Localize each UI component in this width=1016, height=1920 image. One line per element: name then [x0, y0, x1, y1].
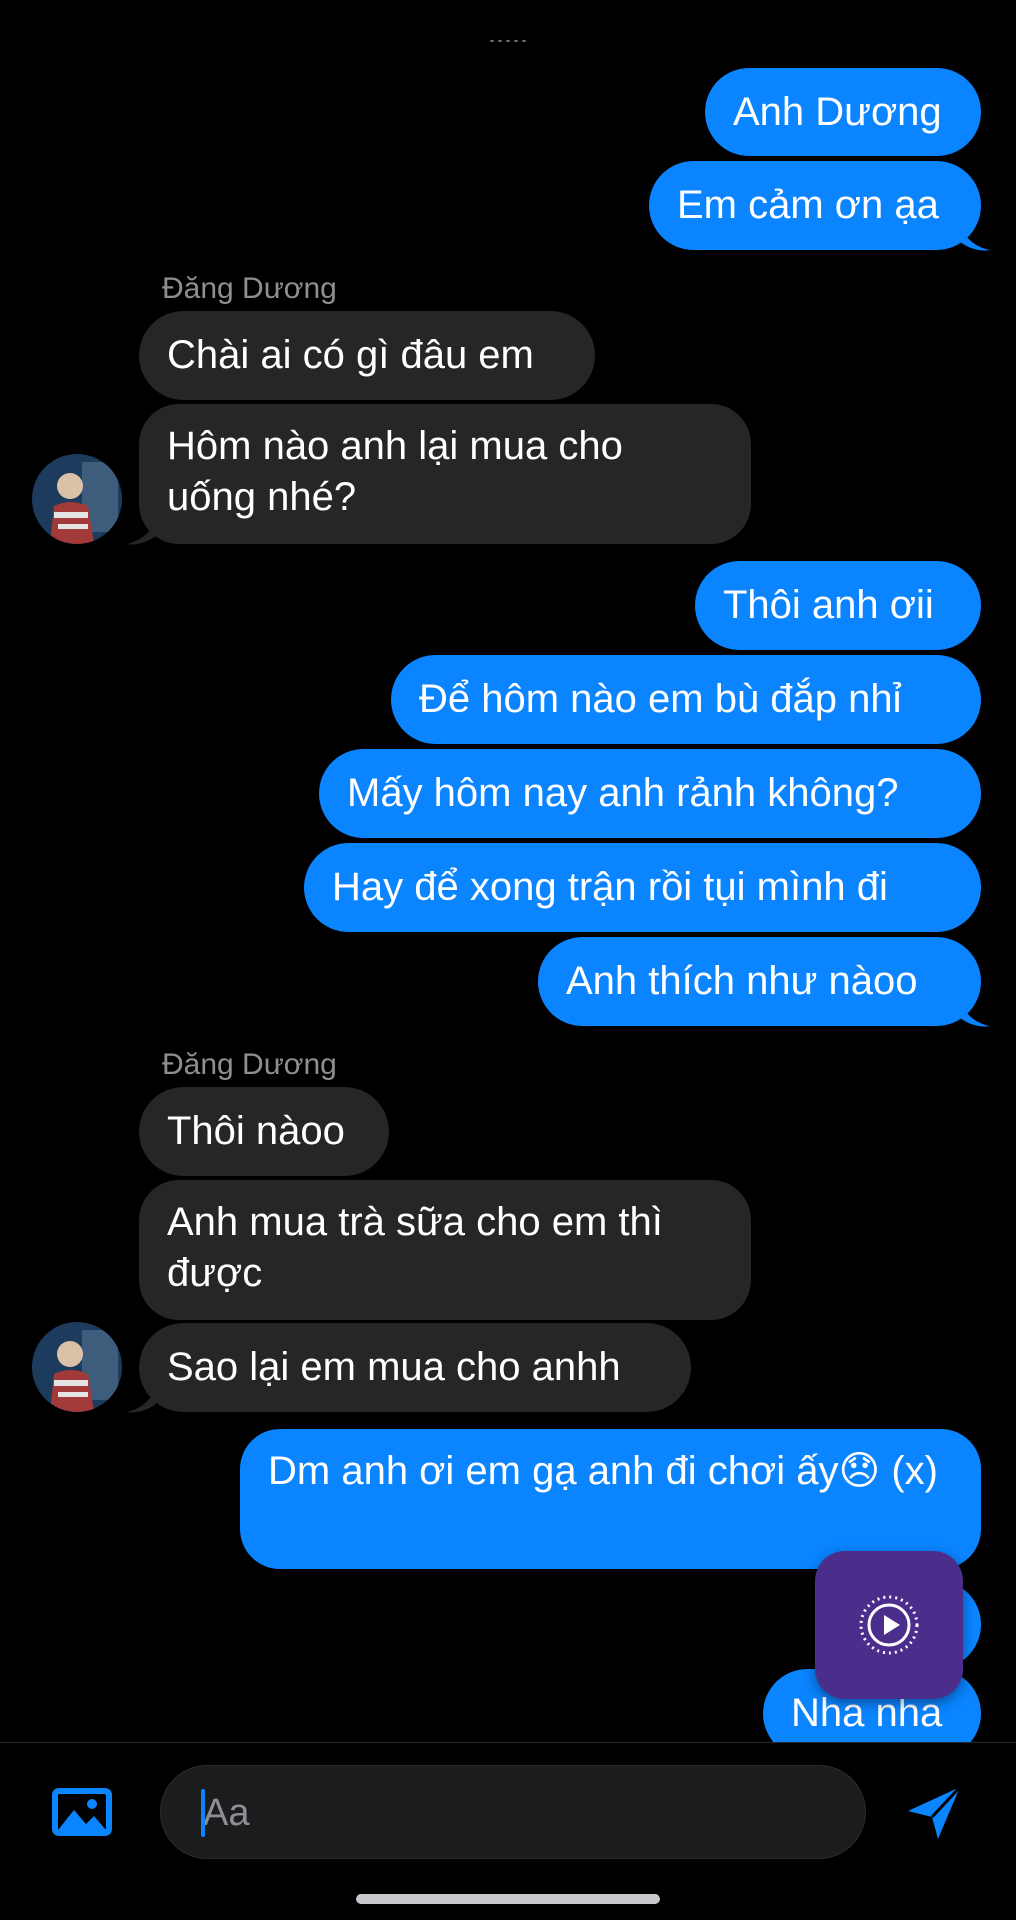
message-text: Sao lại em mua cho anhh [167, 1345, 621, 1389]
bubble-tail [960, 226, 990, 251]
message-input[interactable] [160, 1765, 866, 1860]
message-list[interactable]: Anh Dương Em cảm ơn ạa Đăng Dương Chài a… [0, 0, 1016, 1742]
message-text: Mấy hôm nay anh rảnh không? [347, 771, 899, 815]
send-icon[interactable] [904, 1783, 964, 1843]
play-circle-icon [859, 1595, 919, 1655]
message-text: Để hôm nào em bù đắp nhỉ [419, 677, 902, 721]
avatar[interactable] [32, 454, 122, 544]
message-text: Thôi anh ơii [723, 583, 934, 627]
message-bubble-incoming[interactable]: Thôi nàoo [139, 1087, 389, 1176]
message-text: Chài ai có gì đâu em [167, 333, 534, 377]
composer-bar [0, 1742, 1016, 1883]
message-bubble-outgoing[interactable]: Anh Dương [705, 68, 981, 156]
message-text: Anh thích như nàoo [566, 959, 918, 1003]
message-text: Thôi nàoo [167, 1109, 345, 1153]
message-bubble-outgoing[interactable]: Hay để xong trận rồi tụi mình đi [304, 843, 981, 932]
sender-name: Đăng Dương [162, 272, 337, 305]
message-bubble-outgoing[interactable]: Anh thích như nàoo [538, 937, 981, 1026]
message-bubble-outgoing[interactable]: Để hôm nào em bù đắp nhỉ [391, 655, 981, 744]
photo-icon[interactable] [50, 1786, 114, 1838]
message-text: Em cảm ơn ạa [677, 183, 939, 227]
message-text: Anh Dương [733, 89, 942, 134]
message-bubble-incoming[interactable]: Anh mua trà sữa cho em thì được [139, 1180, 751, 1320]
video-play-button[interactable] [815, 1551, 963, 1699]
avatar[interactable] [32, 1322, 122, 1412]
text-caret [201, 1789, 205, 1837]
message-bubble-incoming[interactable]: Hôm nào anh lại mua cho uống nhé? [139, 404, 751, 544]
bubble-tail [960, 1002, 990, 1027]
message-text: Dm anh ơi em gạ anh đi chơi ấy😞 (x) [268, 1449, 938, 1493]
message-bubble-incoming[interactable]: Sao lại em mua cho anhh [139, 1323, 691, 1412]
message-bubble-outgoing[interactable]: Em cảm ơn ạa [649, 161, 981, 250]
message-bubble-incoming[interactable]: Chài ai có gì đâu em [139, 311, 595, 400]
message-bubble-outgoing[interactable]: Dm anh ơi em gạ anh đi chơi ấy😞 (x) [240, 1429, 981, 1569]
bubble-tail [126, 1388, 156, 1413]
message-bubble-outgoing[interactable]: Mấy hôm nay anh rảnh không? [319, 749, 981, 838]
message-text: Hôm nào anh lại mua cho uống nhé? [167, 424, 623, 519]
message-text: Anh mua trà sữa cho em thì được [167, 1200, 663, 1295]
sender-name: Đăng Dương [162, 1048, 337, 1081]
home-indicator [356, 1894, 660, 1904]
message-text: Hay để xong trận rồi tụi mình đi [332, 865, 888, 909]
bubble-tail [126, 520, 156, 545]
message-bubble-outgoing[interactable]: Thôi anh ơii [695, 561, 981, 650]
message-field[interactable] [201, 1766, 805, 1860]
